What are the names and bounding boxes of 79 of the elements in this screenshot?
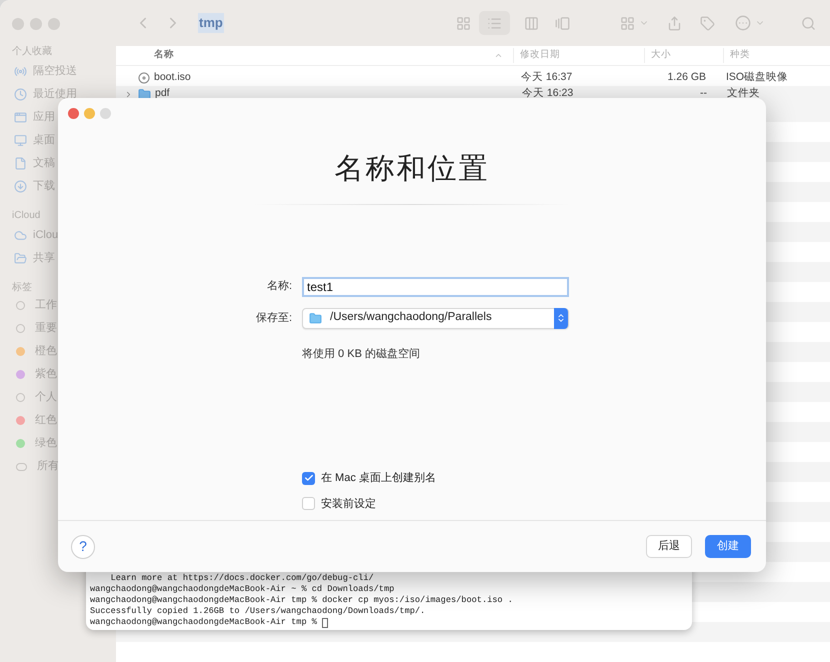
- zoom-button[interactable]: [100, 108, 111, 119]
- location-select[interactable]: /Users/wangchaodong/Parallels: [302, 308, 569, 328]
- text-cursor: [322, 618, 328, 628]
- sidebar-heading: iCloud: [11, 209, 40, 223]
- kind-cell-text: ISO磁盘映像: [726, 70, 788, 86]
- group-icon[interactable]: [620, 16, 635, 30]
- tag-icon[interactable]: [700, 16, 715, 30]
- date-cell-text: 今天 16:37: [521, 70, 574, 86]
- sidebar-item[interactable]: 橙色: [35, 343, 57, 360]
- file-row[interactable]: boot.iso 今天 16:37 1.26 GB ISO磁盘映像: [116, 70, 830, 86]
- minimize-button[interactable]: [84, 108, 95, 119]
- kind-cell-text: 文件夹: [727, 86, 760, 102]
- terminal-line: wangchaodong@wangchaodongdeMacBook-Air ~ % cd Downloads/tmp: [90, 584, 394, 595]
- terminal-line: Successfully copied 1.26GB to /Users/wangchaodong/Downloads/tmp/.: [90, 606, 426, 617]
- all-tags-icon: [16, 462, 27, 470]
- create-button[interactable]: 创建: [705, 535, 751, 558]
- sidebar-item[interactable]: 下载: [33, 178, 55, 195]
- column-header[interactable]: 修改日期: [513, 48, 644, 63]
- icon-view-icon[interactable]: [456, 16, 471, 30]
- document-icon: [14, 157, 27, 170]
- desktop-icon: [14, 134, 27, 147]
- file-name: boot.iso: [154, 70, 192, 86]
- field-label: 保存至:: [256, 310, 292, 326]
- checkbox-label: 安装前设定: [321, 496, 376, 512]
- sidebar-item[interactable]: 共享: [33, 250, 55, 267]
- sidebar-item[interactable]: 最近使用: [33, 86, 77, 103]
- name-field[interactable]: test1: [302, 276, 569, 296]
- sidebar-heading: 标签: [11, 280, 32, 294]
- column-view-icon[interactable]: [524, 16, 539, 30]
- sidebar-item[interactable]: 绿色: [35, 435, 57, 452]
- sidebar-item[interactable]: 工作: [35, 297, 57, 314]
- back-button[interactable]: 后退: [646, 535, 692, 558]
- help-button[interactable]: ?: [71, 534, 95, 558]
- column-header[interactable]: 名称: [154, 48, 494, 63]
- clock-icon: [14, 88, 27, 101]
- more-icon[interactable]: [735, 15, 751, 31]
- disk-image-icon: [138, 72, 150, 84]
- sidebar-item[interactable]: 应用: [33, 109, 55, 126]
- sort-icon: [494, 51, 503, 60]
- size-cell-text: 1.26 GB: [666, 70, 706, 86]
- sidebar-item[interactable]: 桌面: [33, 132, 55, 149]
- terminal-line: wangchaodong@wangchaodongdeMacBook-Air tmp % docker cp myos:/iso/images/boot.iso .: [90, 595, 513, 606]
- share-icon[interactable]: [667, 16, 682, 30]
- search-icon[interactable]: [801, 16, 816, 30]
- close-button[interactable]: [68, 108, 79, 119]
- folder-icon: [138, 88, 151, 100]
- checkbox[interactable]: [302, 497, 315, 510]
- list-icon: [487, 16, 502, 30]
- sidebar-item[interactable]: iClou: [33, 227, 58, 244]
- stepper-icon: [554, 308, 568, 328]
- disk-space-note: 将使用 0 KB 的磁盘空间: [302, 346, 421, 362]
- sidebar-item[interactable]: 个人: [35, 389, 57, 406]
- file-name: pdf: [155, 86, 171, 102]
- checkbox-label: 在 Mac 桌面上创建别名: [321, 470, 436, 486]
- gallery-view-icon[interactable]: [555, 16, 570, 30]
- cloud-icon: [14, 229, 27, 242]
- field-label: 名称:: [266, 279, 292, 294]
- column-header[interactable]: 大小: [644, 48, 723, 63]
- window-title: tmp: [198, 13, 224, 33]
- size-cell-text: --: [699, 86, 707, 102]
- terminal-line: wangchaodong@wangchaodongdeMacBook-Air tmp %: [90, 617, 318, 628]
- download-icon: [14, 180, 27, 193]
- terminal-line: Learn more at https://docs.docker.com/go/debug-cli/: [110, 573, 374, 584]
- folder-icon: [309, 312, 322, 324]
- list-view-button[interactable]: [479, 11, 510, 35]
- sidebar-item[interactable]: 重要: [35, 320, 57, 337]
- checkbox[interactable]: [302, 472, 315, 485]
- date-cell-text: 今天 16:23: [522, 86, 574, 102]
- airdrop-icon: [14, 65, 27, 78]
- dialog-title: 名称和位置: [334, 152, 490, 187]
- column-header[interactable]: 种类: [723, 48, 750, 63]
- sidebar-heading: 个人收藏: [11, 44, 52, 59]
- sidebar-item[interactable]: 紫色: [35, 366, 57, 383]
- sidebar-item[interactable]: 红色: [35, 412, 57, 429]
- sidebar-item[interactable]: 隔空投送: [33, 63, 77, 80]
- sidebar-item[interactable]: 文稿: [33, 155, 55, 172]
- app-icon: [14, 111, 27, 124]
- sidebar-item[interactable]: 所有: [37, 458, 59, 475]
- shared-folder-icon: [14, 252, 27, 265]
